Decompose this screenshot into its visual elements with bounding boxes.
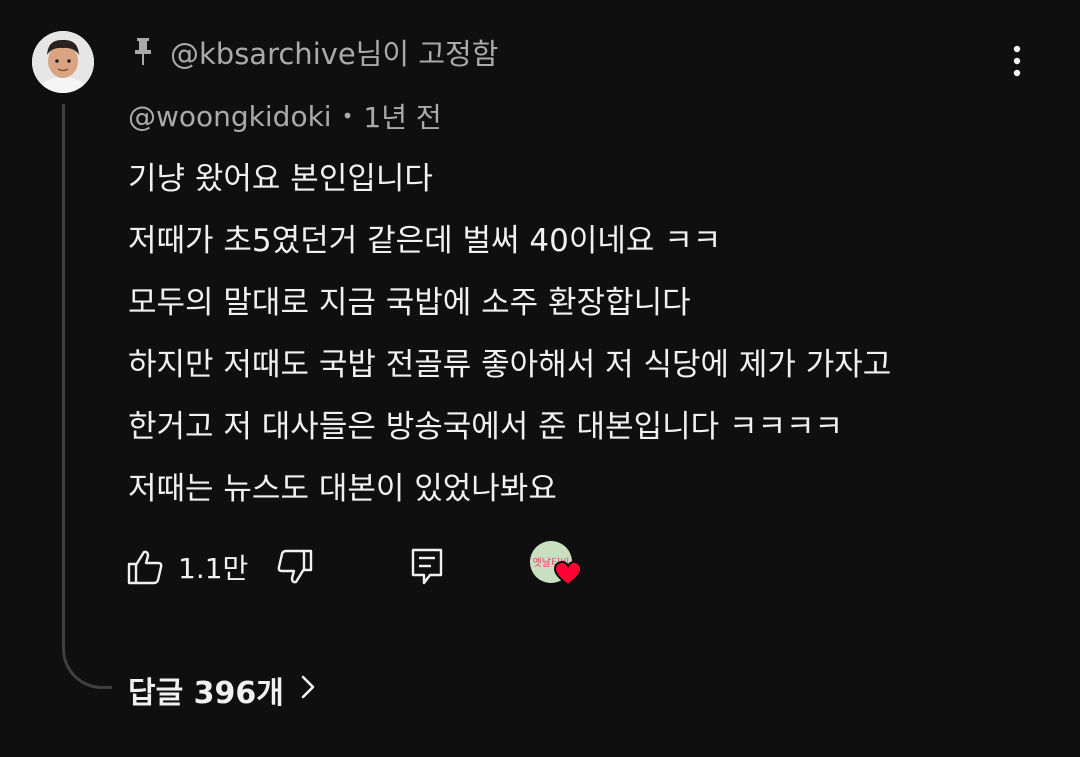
reply-button[interactable] (410, 547, 444, 587)
reply-comment-icon (412, 548, 443, 585)
comment-line: 한거고 저 대사들은 방송국에서 준 대본입니다 ㅋㅋㅋㅋ (128, 409, 844, 445)
comment-line: 저때가 초5였던거 같은데 벌써 40이네요 ㅋㅋ (128, 223, 722, 259)
comment-actions: 1.1만 옛날티비 (126, 541, 586, 593)
comment-line: 하지만 저때도 국밥 전골류 좋아해서 저 식당에 제가 가자고 (128, 347, 892, 383)
view-replies-button[interactable]: 답글 396개 (128, 668, 316, 712)
pinned-by-text: @kbsarchive님이 고정함 (170, 37, 499, 71)
heart-icon (554, 560, 583, 591)
comment-timestamp[interactable]: 1년 전 (363, 96, 441, 136)
comment-text: 기냥 왔어요 본인입니다 저때가 초5였던거 같은데 벌써 40이네요 ㅋㅋ 모… (128, 148, 1058, 520)
more-options-icon[interactable] (1003, 44, 1031, 80)
pinned-indicator: @kbsarchive님이 고정함 (132, 32, 498, 72)
dislike-button[interactable] (276, 548, 314, 586)
pin-icon (132, 37, 154, 67)
comment-author[interactable]: @woongkidoki (128, 100, 332, 133)
comment-line: 저때는 뉴스도 대본이 있었나봐요 (128, 471, 557, 507)
comment-line: 기냥 왔어요 본인입니다 (128, 161, 433, 197)
avatar-photo (32, 31, 94, 93)
thread-connector-line (62, 104, 112, 689)
thumbs-up-icon (127, 550, 163, 585)
comment-line: 모두의 말대로 지금 국밥에 소주 환장합니다 (128, 285, 691, 321)
commenter-avatar[interactable] (32, 31, 94, 93)
chevron-right-icon (300, 673, 316, 708)
comment-meta: @woongkidoki • 1년 전 (128, 96, 442, 136)
like-button[interactable] (126, 548, 164, 586)
meta-separator: • (341, 104, 354, 128)
like-count: 1.1만 (178, 552, 249, 585)
creator-heart-badge: 옛날티비 (530, 541, 586, 593)
replies-label: 답글 396개 (128, 676, 284, 711)
thumbs-down-icon (277, 549, 313, 584)
